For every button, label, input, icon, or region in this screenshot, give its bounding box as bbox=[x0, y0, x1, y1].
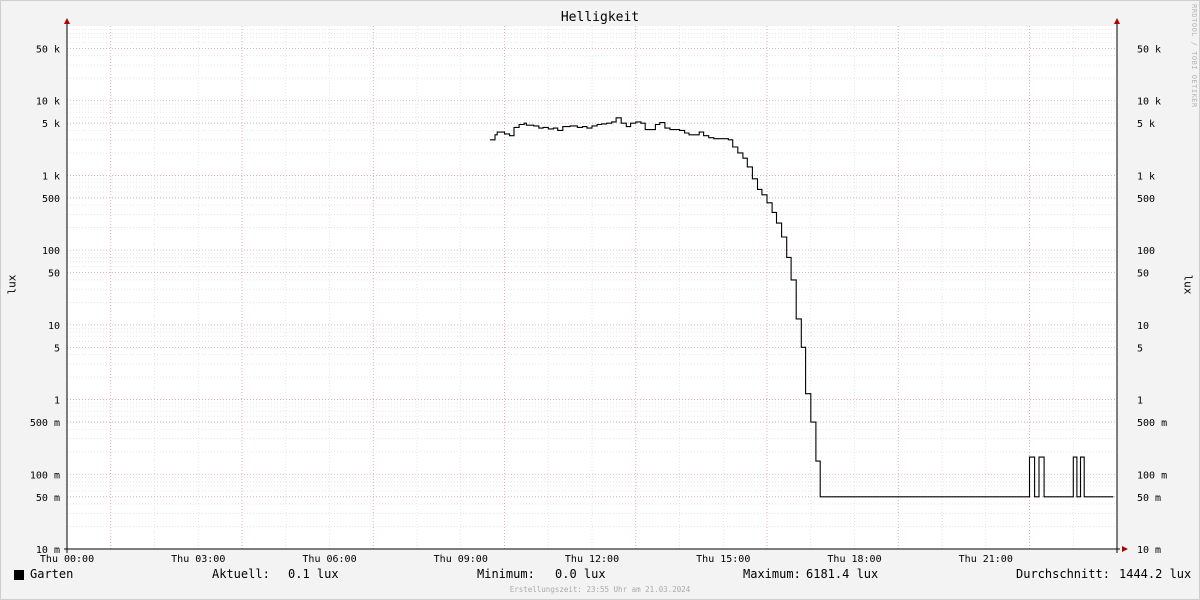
y-tick-label-left: 5 bbox=[54, 343, 60, 354]
maximum-label: Maximum: bbox=[743, 567, 801, 581]
y-tick-label-right: 10 bbox=[1137, 321, 1149, 332]
y-axis-arrow-left bbox=[64, 18, 70, 24]
y-tick-label-left: 10 bbox=[48, 321, 60, 332]
y-tick-label-left: 500 m bbox=[30, 418, 60, 429]
y-tick-label-left: 100 m bbox=[30, 470, 60, 481]
average-value: 1444.2 lux bbox=[1119, 567, 1192, 581]
x-tick-label: Thu 00:00 bbox=[40, 554, 94, 565]
legend: Garten Aktuell: 0.1 lux Minimum: 0.0 lux… bbox=[14, 567, 1192, 583]
y-tick-label-right: 1 k bbox=[1137, 171, 1155, 182]
minimum-value: 0.0 lux bbox=[555, 567, 606, 581]
x-axis-arrow bbox=[1122, 546, 1128, 552]
creation-time-footer: Erstellungszeit: 23:55 Uhr am 21.03.2024 bbox=[509, 585, 691, 594]
x-tick-label: Thu 09:00 bbox=[434, 554, 488, 565]
x-tick-label: Thu 06:00 bbox=[302, 554, 356, 565]
y-tick-label-right: 100 bbox=[1137, 246, 1155, 257]
y-tick-label-right: 50 m bbox=[1137, 493, 1161, 504]
y-tick-label-right: 5 k bbox=[1137, 119, 1155, 130]
y-tick-label-left: 50 k bbox=[36, 44, 60, 55]
y-tick-label-right: 10 k bbox=[1137, 97, 1161, 108]
x-tick-label: Thu 12:00 bbox=[565, 554, 619, 565]
y-tick-label-left: 50 m bbox=[36, 493, 60, 504]
x-tick-label: Thu 03:00 bbox=[171, 554, 225, 565]
x-tick-label: Thu 15:00 bbox=[696, 554, 750, 565]
y-tick-label-left: 1 bbox=[54, 396, 60, 407]
y-tick-label-right: 1 bbox=[1137, 396, 1143, 407]
y-tick-label-right: 500 bbox=[1137, 194, 1155, 205]
y-tick-label-right: 100 m bbox=[1137, 470, 1167, 481]
average-label: Durchschnitt: bbox=[1016, 567, 1110, 581]
y-tick-label-left: 100 bbox=[42, 246, 60, 257]
line-chart: 10 m 10 m50 m 50 m100 m 100 m500 m 500 m1 15 5… bbox=[30, 18, 1167, 565]
legend-series-name: Garten bbox=[30, 567, 74, 581]
y-tick-label-right: 10 m bbox=[1137, 545, 1161, 556]
maximum-value: 6181.4 lux bbox=[806, 567, 879, 581]
y-tick-label-right: 50 k bbox=[1137, 44, 1161, 55]
y-tick-label-left: 5 k bbox=[42, 119, 60, 130]
y-tick-label-right: 500 m bbox=[1137, 418, 1167, 429]
y-tick-label-left: 500 bbox=[42, 194, 60, 205]
x-tick-label: Thu 18:00 bbox=[827, 554, 881, 565]
minimum-label: Minimum: bbox=[477, 567, 535, 581]
y-tick-label-right: 50 bbox=[1137, 269, 1149, 280]
y-axis-arrow-right bbox=[1114, 18, 1120, 24]
y-tick-label-left: 50 bbox=[48, 269, 60, 280]
legend-swatch bbox=[14, 570, 24, 580]
current-value: 0.1 lux bbox=[288, 567, 339, 581]
y-tick-label-right: 5 bbox=[1137, 343, 1143, 354]
y-tick-label-left: 1 k bbox=[42, 171, 60, 182]
x-tick-label: Thu 21:00 bbox=[959, 554, 1013, 565]
y-tick-label-left: 10 k bbox=[36, 97, 60, 108]
current-label: Aktuell: bbox=[212, 567, 270, 581]
grid bbox=[66, 26, 1117, 550]
